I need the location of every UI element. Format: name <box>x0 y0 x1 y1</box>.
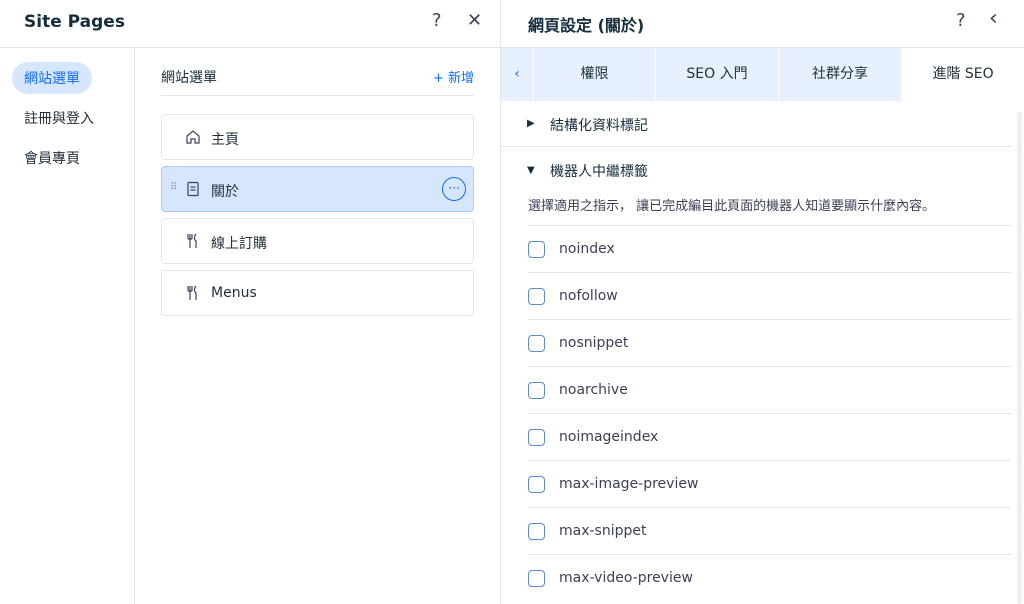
caret-right-icon: ▶ <box>527 118 535 129</box>
directive-nosnippet[interactable]: nosnippet <box>528 320 1011 367</box>
directive-max-video-preview[interactable]: max-video-preview <box>528 555 1011 602</box>
home-icon <box>184 128 202 146</box>
page-item-label: 主頁 <box>211 132 239 148</box>
checkbox[interactable] <box>528 335 545 352</box>
checkbox[interactable] <box>528 241 545 258</box>
nav-item-signup-login[interactable]: 註冊與登入 <box>12 102 106 134</box>
page-item-label: Menus <box>211 285 257 301</box>
checkbox[interactable] <box>528 523 545 540</box>
structured-data-section[interactable]: ▶ 結構化資料標記 <box>501 101 1011 147</box>
robots-meta-section[interactable]: ▼ 機器人中繼標籤 <box>501 147 1011 193</box>
directive-nofollow[interactable]: nofollow <box>528 273 1011 320</box>
checkbox[interactable] <box>528 429 545 446</box>
directive-noimageindex[interactable]: noimageindex <box>528 414 1011 461</box>
directive-noarchive[interactable]: noarchive <box>528 367 1011 414</box>
help-icon[interactable]: ? <box>956 10 966 31</box>
tab-permissions[interactable]: 權限 <box>534 48 656 101</box>
tab-scroll-left-icon[interactable]: ‹ <box>501 48 534 101</box>
tab-advanced-seo[interactable]: 進階 SEO <box>902 48 1024 101</box>
page-settings-header: 網頁設定 (關於) ? ‹ <box>501 0 1024 48</box>
add-page-button[interactable]: + 新增 <box>433 67 474 86</box>
back-icon[interactable]: ‹ <box>989 6 998 31</box>
restaurant-icon <box>184 232 202 250</box>
page-settings-panel: 網頁設定 (關於) ? ‹ ‹ 權限 SEO 入門 社群分享 進階 SEO ▶ … <box>501 0 1024 604</box>
checkbox-label: max-video-preview <box>559 570 693 586</box>
checkbox-label: nofollow <box>559 288 618 304</box>
nav-item-site-menu[interactable]: 網站選單 <box>12 62 92 94</box>
checkbox-label: max-image-preview <box>559 476 699 492</box>
page-item-online-order[interactable]: 線上訂購 <box>161 218 474 264</box>
restaurant-icon <box>184 284 202 302</box>
page-item-menus[interactable]: Menus <box>161 270 474 316</box>
panel-title: Site Pages <box>24 12 125 32</box>
directive-noindex[interactable]: noindex <box>528 226 1011 273</box>
more-actions-button[interactable]: ··· <box>442 177 466 201</box>
help-icon[interactable]: ? <box>432 10 442 31</box>
settings-tabs: ‹ 權限 SEO 入門 社群分享 進階 SEO <box>501 48 1024 101</box>
checkbox-label: noindex <box>559 241 615 257</box>
site-pages-header: Site Pages ? ✕ <box>0 0 501 48</box>
page-item-label: 線上訂購 <box>211 236 267 252</box>
checkbox-label: nosnippet <box>559 335 629 351</box>
page-item-home[interactable]: 主頁 <box>161 114 474 160</box>
tab-seo-basics[interactable]: SEO 入門 <box>656 48 779 101</box>
page-item-about[interactable]: ⠿ 關於 ··· <box>161 166 474 212</box>
nav-item-member-pages[interactable]: 會員專頁 <box>12 142 92 174</box>
directive-max-image-preview[interactable]: max-image-preview <box>528 461 1011 508</box>
site-pages-nav: 網站選單 註冊與登入 會員專頁 <box>0 48 135 604</box>
checkbox-label: max-snippet <box>559 523 647 539</box>
section-label: 機器人中繼標籤 <box>550 164 648 180</box>
checkbox-label: noimageindex <box>559 429 659 445</box>
checkbox[interactable] <box>528 570 545 587</box>
drag-handle-icon[interactable]: ⠿ <box>170 182 177 193</box>
tab-social-share[interactable]: 社群分享 <box>779 48 902 101</box>
directive-max-snippet[interactable]: max-snippet <box>528 508 1011 555</box>
page-settings-title: 網頁設定 (關於) <box>528 16 645 35</box>
divider <box>161 95 474 96</box>
checkbox[interactable] <box>528 476 545 493</box>
checkbox-label: noarchive <box>559 382 628 398</box>
section-label: 結構化資料標記 <box>550 118 648 134</box>
checkbox[interactable] <box>528 288 545 305</box>
scrollbar[interactable] <box>1017 112 1022 604</box>
page-item-label: 關於 <box>211 184 239 200</box>
site-pages-panel: Site Pages ? ✕ 網站選單 註冊與登入 會員專頁 網站選單 + 新增… <box>0 0 501 604</box>
checkbox[interactable] <box>528 382 545 399</box>
page-icon <box>184 180 202 198</box>
caret-down-icon: ▼ <box>527 165 535 176</box>
menu-heading: 網站選單 <box>161 70 217 86</box>
close-icon[interactable]: ✕ <box>467 10 482 31</box>
robots-description: 選擇適用之指示， 讓已完成編目此頁面的機器人知道要顯示什麼內容。 <box>528 199 936 214</box>
